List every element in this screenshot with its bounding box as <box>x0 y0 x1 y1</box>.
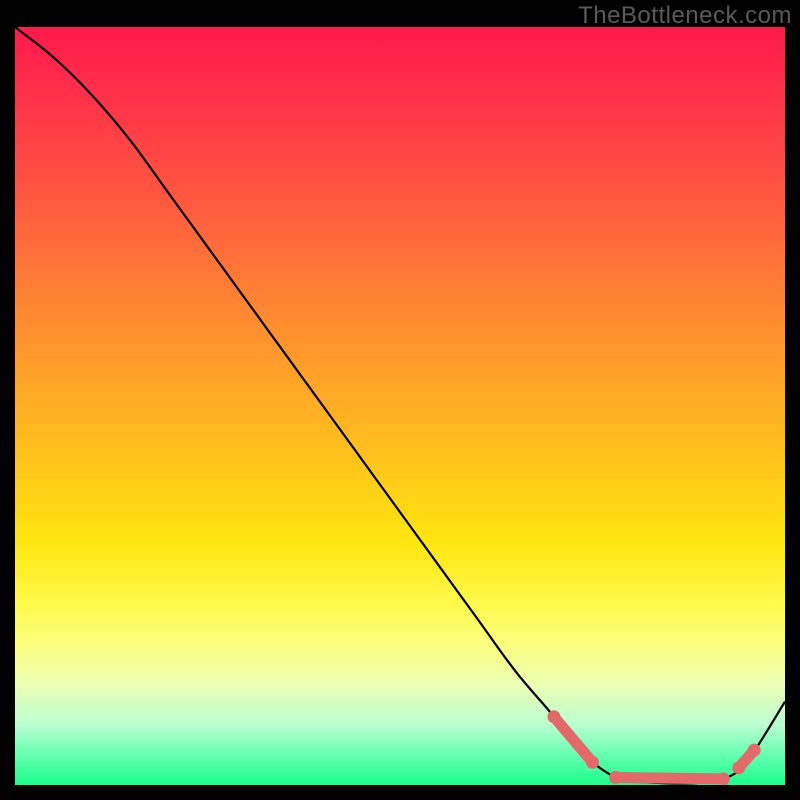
highlight-marker <box>717 772 730 785</box>
chart-frame: TheBottleneck.com <box>0 0 800 800</box>
highlight-marker <box>748 744 761 757</box>
highlight-marker <box>586 756 599 769</box>
highlight-marker <box>732 761 745 774</box>
bottleneck-curve-line <box>15 27 785 783</box>
marker-group <box>548 710 761 785</box>
highlight-marker <box>609 771 622 784</box>
watermark-text: TheBottleneck.com <box>578 2 792 30</box>
plot-area <box>15 27 785 785</box>
curve-svg <box>15 27 785 785</box>
highlight-segment <box>554 717 593 762</box>
highlight-marker <box>548 710 561 723</box>
highlight-segment <box>616 777 724 779</box>
